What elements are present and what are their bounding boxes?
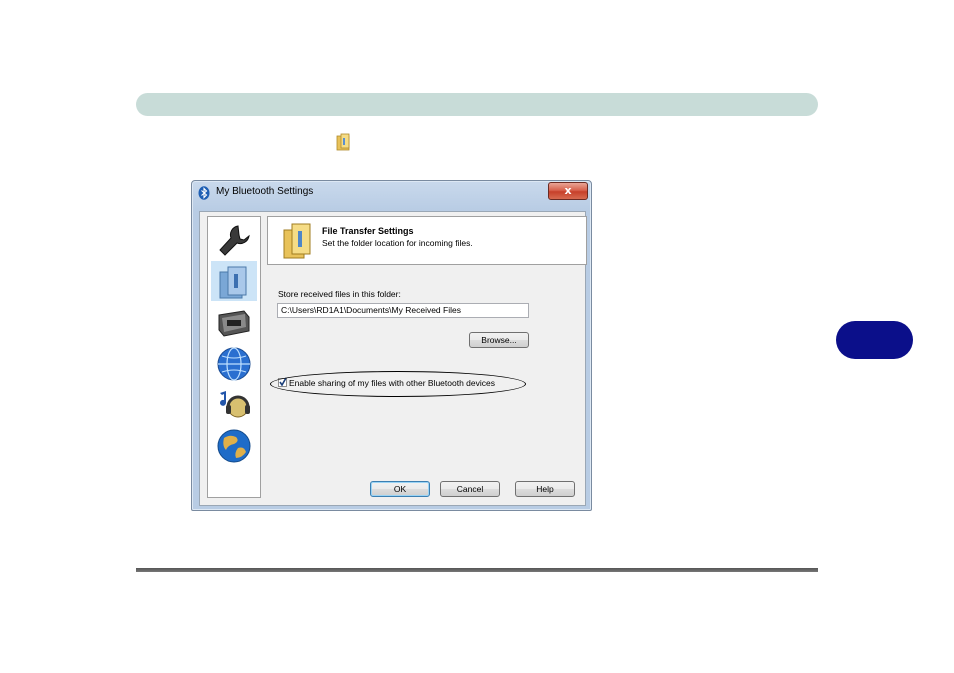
cancel-button[interactable]: Cancel	[440, 481, 500, 497]
network-globe-icon	[217, 347, 251, 381]
wrench-icon	[219, 225, 250, 256]
help-button[interactable]: Help	[515, 481, 575, 497]
file-transfer-banner-icon	[283, 223, 311, 259]
title-bar[interactable]: My Bluetooth Settings x	[192, 181, 591, 205]
section-description: Set the folder location for incoming fil…	[322, 238, 473, 248]
file-transfer-folder-icon	[219, 266, 247, 299]
received-files-folder-input[interactable]: C:\Users\RD1A1\Documents\My Received Fil…	[277, 303, 529, 318]
store-folder-label: Store received files in this folder:	[278, 289, 401, 299]
bluetooth-icon	[198, 186, 210, 200]
dialog-client-area: File Transfer Settings Set the folder lo…	[199, 211, 587, 506]
earth-globe-icon	[217, 429, 251, 463]
section-banner: File Transfer Settings Set the folder lo…	[267, 216, 587, 265]
close-button[interactable]: x	[548, 182, 588, 200]
browse-button[interactable]: Browse...	[469, 332, 529, 348]
audio-headphones-icon	[220, 391, 250, 418]
chapter-tab	[836, 321, 913, 359]
settings-category-sidebar	[207, 216, 261, 498]
window-title: My Bluetooth Settings	[216, 186, 314, 197]
bluetooth-settings-window: My Bluetooth Settings x File Transfer Se…	[191, 180, 592, 511]
footer-rule	[136, 568, 818, 572]
folder-icon	[336, 133, 350, 151]
annotation-ellipse	[270, 371, 526, 397]
sidebar-item-audio[interactable]	[211, 384, 257, 424]
ok-button[interactable]: OK	[370, 481, 430, 497]
serial-port-icon	[218, 310, 250, 337]
sidebar-item-internet[interactable]	[211, 425, 257, 465]
sidebar-item-general[interactable]	[211, 220, 257, 260]
sidebar-item-file-transfer[interactable]	[211, 261, 257, 301]
section-title: File Transfer Settings	[322, 226, 414, 236]
sidebar-item-serial-port[interactable]	[211, 302, 257, 342]
sidebar-item-network[interactable]	[211, 343, 257, 383]
page-header-bar	[136, 93, 818, 116]
